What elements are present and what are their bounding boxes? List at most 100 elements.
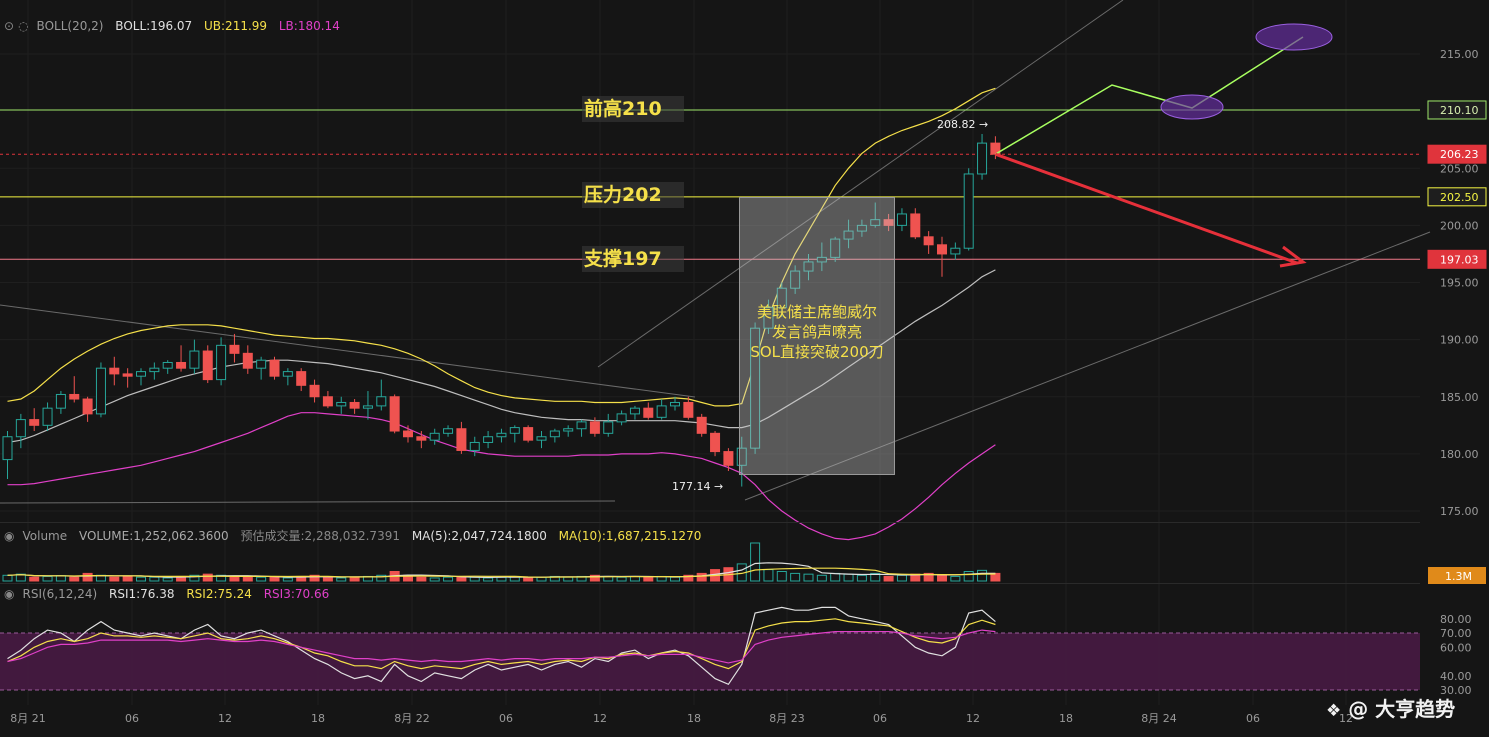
volume-bar-46 (616, 576, 627, 582)
candle-body-53 (710, 432, 721, 453)
candle-body-70 (937, 244, 947, 255)
volume-bar-25 (336, 577, 347, 582)
price-tick-label-7: 175.00 (1440, 505, 1479, 518)
volume-bar-59 (790, 572, 801, 582)
candle-body-34 (456, 428, 467, 451)
volume-bar-0 (2, 574, 13, 582)
candle-body-39 (523, 427, 534, 441)
time-label-9: 06 (873, 712, 887, 725)
volume-bar-10 (136, 576, 146, 582)
volume-bar-21 (282, 577, 293, 582)
candle-body-26 (349, 401, 360, 409)
candle-body-19 (256, 359, 267, 369)
toggle-icon[interactable]: ◉ (4, 587, 14, 601)
candle-body-27 (362, 405, 373, 409)
candle-body-29 (389, 396, 400, 432)
volume-bar-64 (856, 574, 867, 582)
target-ellipse-2 (1255, 23, 1333, 51)
candle-body-21 (282, 371, 293, 377)
candle-body-18 (242, 352, 253, 369)
volume-bar-3 (42, 575, 53, 582)
boll-lower-value: LB:180.14 (278, 19, 340, 33)
volume-bar-48 (643, 576, 654, 582)
time-label-2: 12 (218, 712, 232, 725)
price-badge-1: 206.23 (1440, 148, 1479, 161)
volume-bar-73 (977, 569, 988, 582)
candle-body-14 (189, 350, 200, 369)
price-tick-label-5: 185.00 (1440, 391, 1479, 404)
volume-bar-36 (483, 577, 494, 582)
candle-body-69 (923, 236, 934, 246)
candle-body-1 (15, 419, 26, 438)
candle-body-72 (963, 173, 974, 249)
rsi-tick-label-3: 40.00 (1440, 670, 1472, 683)
candle-body-2 (29, 419, 40, 426)
collapse-icon[interactable]: ⊙ (4, 19, 14, 33)
rsi-tick-label-0: 80.00 (1440, 613, 1472, 626)
time-label-4: 8月 22 (394, 712, 430, 725)
rsi-tick-label-1: 70.00 (1440, 627, 1472, 640)
volume-bar-2 (29, 576, 40, 582)
price-badge-2: 202.50 (1440, 191, 1479, 204)
volume-bar-31 (416, 576, 427, 582)
candle-body-71 (950, 247, 961, 255)
time-label-12: 8月 24 (1141, 712, 1177, 725)
candle-body-32 (429, 432, 440, 441)
time-label-10: 12 (966, 712, 980, 725)
candle-body-3 (42, 407, 53, 426)
rsi1-value: RSI1:76.38 (108, 587, 175, 601)
volume-bar-57 (763, 569, 774, 582)
candle-body-24 (322, 396, 333, 407)
volume-bar-58 (776, 571, 787, 582)
candle-body-28 (376, 396, 387, 407)
volume-bar-50 (670, 576, 680, 582)
candle-body-52 (696, 416, 707, 434)
volume-bar-67 (896, 574, 907, 582)
volume-bar-62 (830, 572, 841, 582)
watermark: ❖ @ 大亨趋势 (1326, 693, 1455, 722)
volume-header: ◉ Volume VOLUME:1,252,062.3600 预估成交量:2,28… (4, 527, 709, 544)
volume-bar-72 (963, 571, 974, 582)
candle-body-6 (82, 398, 93, 415)
volume-bar-61 (816, 574, 827, 582)
volume-badge: 1.3M (1445, 570, 1472, 583)
watermark-text: @ 大亨趋势 (1348, 697, 1456, 721)
eye-icon[interactable]: ◌ (18, 19, 28, 33)
resistance-label: 压力202 (582, 182, 684, 208)
candle-body-48 (643, 407, 654, 418)
volume-bar-71 (950, 575, 961, 582)
toggle-icon[interactable]: ◉ (4, 529, 14, 543)
candle-body-36 (483, 436, 494, 443)
volume-bar-5 (69, 576, 80, 582)
time-label-1: 06 (125, 712, 139, 725)
candle-body-41 (549, 430, 560, 438)
volume-bar-32 (429, 577, 440, 582)
candle-body-40 (536, 436, 547, 441)
candle-body-10 (136, 371, 146, 377)
low-marker: 177.14 → (672, 480, 724, 493)
trendline-base (0, 500, 616, 504)
candle-body-35 (469, 441, 480, 451)
rsi-name: RSI(6,12,24) (22, 587, 98, 601)
rsi-band (0, 633, 1420, 690)
volume-bar-9 (122, 575, 133, 582)
candle-body-47 (629, 407, 640, 415)
boll-upper-value: UB:211.99 (204, 19, 268, 33)
candle-body-20 (269, 359, 280, 377)
candle-body-23 (309, 384, 320, 398)
candle-body-73 (977, 142, 988, 175)
support-label: 支撑197 (582, 246, 684, 272)
candle-body-8 (109, 367, 120, 375)
candle-body-7 (95, 367, 106, 415)
candle-body-25 (336, 401, 347, 407)
candle-body-51 (683, 401, 694, 418)
volume-ma5: MA(5):2,047,724.1800 (411, 529, 547, 543)
candle-body-68 (910, 213, 921, 238)
brand-diamond-icon: ❖ (1326, 701, 1342, 721)
volume-bar-33 (443, 576, 454, 582)
bullish-projection-path (995, 36, 1304, 155)
volume-bar-15 (202, 573, 213, 582)
candle-body-17 (229, 344, 240, 354)
volume-estimate: 预估成交量:2,288,032.7391 (240, 529, 400, 543)
boll-header: ⊙ ◌ BOLL(20,2) BOLL:196.07 UB:211.99 LB:18… (4, 19, 348, 33)
